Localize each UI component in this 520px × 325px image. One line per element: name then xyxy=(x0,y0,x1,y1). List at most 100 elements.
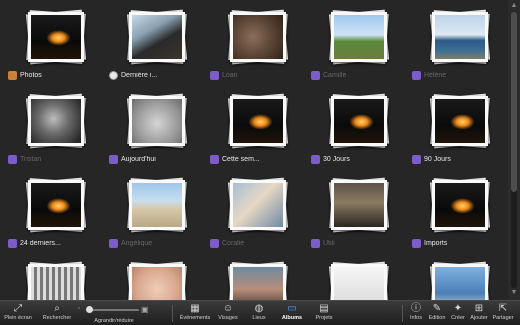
album-title: Hélène xyxy=(424,71,447,79)
scroll-thumb[interactable] xyxy=(511,12,517,192)
albums-button[interactable]: ▭ Albums xyxy=(280,303,304,325)
fullscreen-button[interactable]: ⤢ Plein écran xyxy=(4,303,32,325)
album-thumbnail-stack[interactable] xyxy=(227,9,289,65)
album-title: 90 Jours xyxy=(424,155,451,163)
album-item[interactable] xyxy=(408,252,508,300)
album-item[interactable] xyxy=(4,252,104,300)
album-item[interactable]: Cette sem... xyxy=(206,84,306,168)
album-thumbnail-stack[interactable] xyxy=(328,177,390,233)
album-thumbnail-stack[interactable] xyxy=(25,261,87,300)
album-thumbnail-stack[interactable] xyxy=(429,177,491,233)
photo-card-front xyxy=(129,180,185,230)
album-item[interactable] xyxy=(105,252,205,300)
faces-button[interactable]: ☺ Visages xyxy=(216,303,240,325)
search-button[interactable]: ⌕ Rechercher xyxy=(40,303,74,325)
album-thumbnail-stack[interactable] xyxy=(25,93,87,149)
album-title: Dernière i... xyxy=(121,71,158,79)
album-thumbnail-stack[interactable] xyxy=(126,93,188,149)
zoom-track[interactable] xyxy=(87,309,139,311)
info-button[interactable]: ⓘ Infos xyxy=(406,303,426,325)
zoom-knob[interactable] xyxy=(86,306,93,313)
album-cover-image xyxy=(31,99,81,143)
album-item[interactable]: 90 Jours xyxy=(408,84,508,168)
photo-card-front xyxy=(28,12,84,62)
album-item[interactable]: Loan xyxy=(206,0,306,84)
album-cover-image xyxy=(435,183,485,227)
album-title: Aujourd'hui xyxy=(121,155,156,163)
create-button[interactable]: ✦ Créer xyxy=(448,303,468,325)
zoom-slider[interactable]: ▫ ▣ Agrandir/réduire xyxy=(78,304,150,324)
album-icon xyxy=(412,154,421,164)
scroll-up-arrow-icon[interactable]: ▲ xyxy=(510,2,518,10)
photo-card-front xyxy=(230,96,286,146)
album-title: Coralie xyxy=(222,239,245,247)
album-caption: Dernière i... xyxy=(109,69,203,81)
album-thumbnail-stack[interactable] xyxy=(328,9,390,65)
search-label: Rechercher xyxy=(42,315,72,321)
album-thumbnail-stack[interactable] xyxy=(126,9,188,65)
album-item[interactable]: Coralie xyxy=(206,168,306,252)
zoom-label: Agrandir/réduire xyxy=(94,318,134,324)
events-button[interactable]: ▦ Événements xyxy=(178,303,212,325)
projects-button[interactable]: ▤ Projets xyxy=(312,303,336,325)
album-item[interactable]: Angélique xyxy=(105,168,205,252)
album-thumbnail-stack[interactable] xyxy=(429,261,491,300)
album-item[interactable]: Aujourd'hui xyxy=(105,84,205,168)
album-cover-image xyxy=(31,15,81,59)
album-item[interactable]: Utili xyxy=(307,168,407,252)
album-cover-image xyxy=(233,267,283,300)
photo-card-front xyxy=(230,12,286,62)
toolbar-divider xyxy=(402,305,403,322)
info-label: Infos xyxy=(410,315,422,321)
album-thumbnail-stack[interactable] xyxy=(25,9,87,65)
album-thumbnail-stack[interactable] xyxy=(227,261,289,300)
album-thumbnail-stack[interactable] xyxy=(328,261,390,300)
album-item[interactable]: 24 derniers... xyxy=(4,168,104,252)
scroll-track[interactable] xyxy=(511,12,517,288)
photo-card-front xyxy=(331,96,387,146)
album-caption: Aujourd'hui xyxy=(109,153,203,165)
album-icon xyxy=(109,154,118,164)
album-item[interactable]: Tristan xyxy=(4,84,104,168)
album-item[interactable]: Camille xyxy=(307,0,407,84)
album-thumbnail-stack[interactable] xyxy=(429,93,491,149)
projects-icon: ▤ xyxy=(319,303,329,314)
add-button[interactable]: ⊞ Ajouter xyxy=(468,303,490,325)
share-button[interactable]: ⇱ Partager xyxy=(490,303,516,325)
album-icon xyxy=(311,70,320,80)
album-item[interactable] xyxy=(206,252,306,300)
vertical-scrollbar[interactable]: ▲ ▼ xyxy=(508,0,520,300)
album-thumbnail-stack[interactable] xyxy=(126,177,188,233)
places-button[interactable]: ◍ Lieux xyxy=(248,303,270,325)
album-item[interactable] xyxy=(307,252,407,300)
album-thumbnail-stack[interactable] xyxy=(25,177,87,233)
edit-button[interactable]: ✎ Edition xyxy=(426,303,448,325)
places-label: Lieux xyxy=(252,315,266,321)
photo-card-front xyxy=(28,180,84,230)
album-thumbnail-stack[interactable] xyxy=(429,9,491,65)
scroll-down-arrow-icon[interactable]: ▼ xyxy=(510,289,518,297)
album-cover-image xyxy=(132,99,182,143)
album-cover-image xyxy=(132,15,182,59)
album-item[interactable]: Imports xyxy=(408,168,508,252)
album-cover-image xyxy=(435,99,485,143)
photo-card-front xyxy=(331,180,387,230)
album-title: Cette sem... xyxy=(222,155,260,163)
photo-card-front xyxy=(230,264,286,300)
album-thumbnail-stack[interactable] xyxy=(328,93,390,149)
album-caption: Utili xyxy=(311,237,405,249)
album-thumbnail-stack[interactable] xyxy=(227,93,289,149)
album-item[interactable]: Hélène xyxy=(408,0,508,84)
album-item[interactable]: Photos xyxy=(4,0,104,84)
albums-icon: ▭ xyxy=(287,303,297,314)
create-label: Créer xyxy=(451,315,465,321)
fullscreen-label: Plein écran xyxy=(4,315,32,321)
album-item[interactable]: Dernière i... xyxy=(105,0,205,84)
album-thumbnail-stack[interactable] xyxy=(227,177,289,233)
bottom-toolbar: ⤢ Plein écran ⌕ Rechercher ▫ ▣ Agrandir/… xyxy=(0,300,520,325)
album-thumbnail-stack[interactable] xyxy=(126,261,188,300)
photos-icon xyxy=(8,70,17,80)
pencil-icon: ✎ xyxy=(432,303,442,314)
album-item[interactable]: 30 Jours xyxy=(307,84,407,168)
album-title: Photos xyxy=(20,71,42,79)
